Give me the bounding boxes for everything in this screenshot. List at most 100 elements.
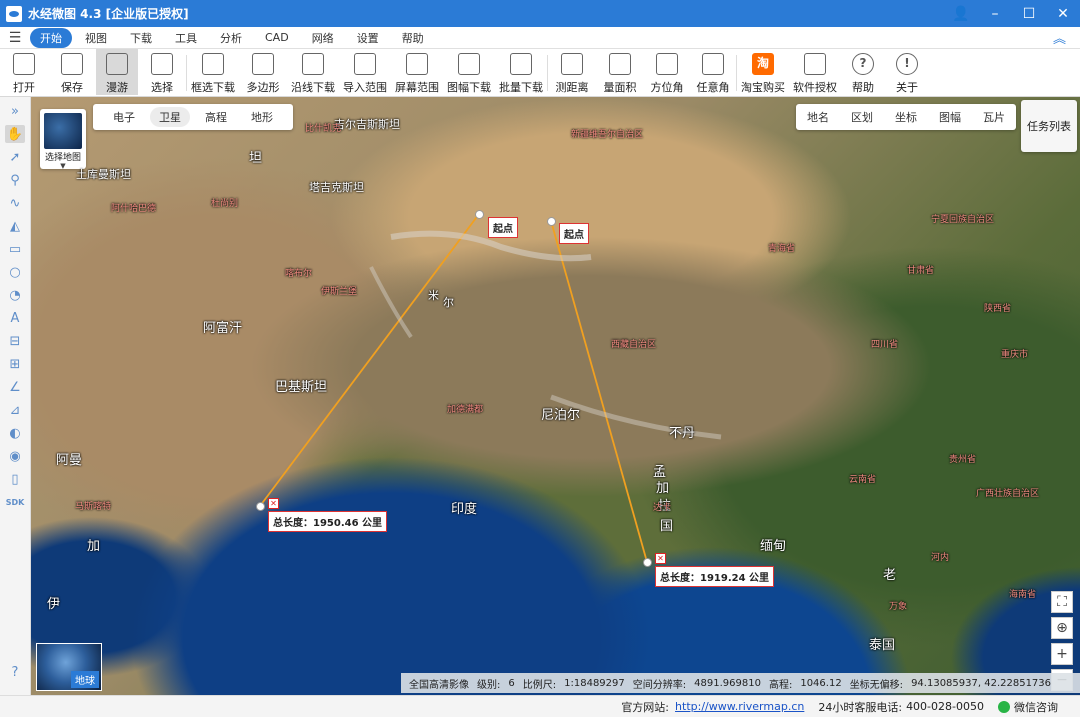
sector-tool-icon[interactable]: ◔ — [5, 286, 25, 304]
cursor-icon — [151, 53, 173, 75]
text-tool-icon[interactable]: A — [5, 309, 25, 327]
close-button[interactable]: ✕ — [1046, 0, 1080, 27]
tab-sheets[interactable]: 图幅 — [928, 109, 972, 125]
close-route-2-icon[interactable]: ✕ — [655, 553, 666, 564]
close-route-1-icon[interactable]: ✕ — [268, 498, 279, 509]
phone-icon[interactable]: ▯ — [5, 470, 25, 488]
map-source-selector[interactable]: 选择地图 ▼ — [40, 109, 86, 170]
polygon-button[interactable]: 多边形 — [239, 49, 287, 95]
point-tool-icon[interactable]: ⚲ — [5, 171, 25, 189]
batch-download-button[interactable]: 批量下载 — [495, 49, 547, 95]
about-button[interactable]: ! 关于 — [885, 49, 929, 95]
tab-elevation[interactable]: 高程 — [196, 107, 236, 127]
locate-icon[interactable]: ⊕ — [1051, 617, 1073, 639]
polyline-icon — [302, 53, 324, 75]
tab-tiles[interactable]: 瓦片 — [972, 109, 1016, 125]
start-point-2[interactable] — [547, 217, 556, 226]
area-tool-icon[interactable]: ⊞ — [5, 355, 25, 373]
tab-terrain[interactable]: 地形 — [242, 107, 282, 127]
task-list-button[interactable]: 任务列表 — [1021, 100, 1077, 152]
map-status-bar: 全国高清影像 级别: 6 比例尺: 1:18489297 空间分辨率: 4891… — [401, 673, 1080, 693]
label-tan: 坦 — [249, 151, 263, 166]
tab-satellite[interactable]: 卫星 — [150, 107, 190, 127]
pointer-tool-icon[interactable]: ➚ — [5, 148, 25, 166]
sheet-download-button[interactable]: 图幅下载 — [443, 49, 495, 95]
polygon-tool-icon[interactable]: ◭ — [5, 217, 25, 235]
tab-place-names[interactable]: 地名 — [796, 109, 840, 125]
user-icon[interactable]: 👤 — [944, 0, 978, 27]
start-point-1[interactable] — [475, 210, 484, 219]
label-bishkek: 比什凯克 — [305, 124, 342, 134]
hamburger-icon[interactable]: ☰ — [0, 30, 30, 46]
label-guizhou: 贵州省 — [949, 455, 977, 465]
collapse-ribbon-icon[interactable]: ︽ — [1053, 28, 1066, 47]
tab-coordinates[interactable]: 坐标 — [884, 109, 928, 125]
angle-tool-icon[interactable]: ⊿ — [5, 401, 25, 419]
label-qinghai: 青海省 — [768, 244, 796, 254]
label-vientiane: 万象 — [889, 602, 908, 612]
label-india: 印度 — [451, 502, 478, 517]
label-xinjiang: 新疆维吾尔自治区 — [571, 130, 644, 140]
map-view[interactable]: 选择地图 ▼ 电子 卫星 高程 地形 地名 区划 坐标 图幅 瓦片 任务列表 吉… — [31, 97, 1080, 695]
menu-tools[interactable]: 工具 — [165, 28, 207, 48]
end-point-1[interactable] — [256, 502, 265, 511]
select-button[interactable]: 选择 — [138, 49, 186, 95]
screen-range-button[interactable]: 屏幕范围 — [391, 49, 443, 95]
expand-icon[interactable]: » — [5, 102, 25, 120]
menu-cad[interactable]: CAD — [255, 29, 299, 46]
menu-view[interactable]: 视图 — [75, 28, 117, 48]
help-icon: ? — [852, 53, 874, 75]
menu-start[interactable]: 开始 — [30, 27, 72, 48]
menu-settings[interactable]: 设置 — [347, 28, 389, 48]
menu-analysis[interactable]: 分析 — [210, 28, 252, 48]
website-link[interactable]: http://www.rivermap.cn — [675, 700, 804, 713]
line-download-button[interactable]: 沿线下载 — [287, 49, 339, 95]
import-range-button[interactable]: 导入范围 — [339, 49, 391, 95]
measure-distance-button[interactable]: 测距离 — [548, 49, 596, 95]
label-thailand: 泰国 — [869, 638, 896, 653]
open-button[interactable]: 打开 — [0, 49, 48, 95]
label-bhutan: 不丹 — [669, 426, 696, 441]
share-icon[interactable]: ◉ — [5, 447, 25, 465]
menu-network[interactable]: 网络 — [302, 28, 344, 48]
tab-electronic[interactable]: 电子 — [104, 107, 144, 127]
sdk-icon[interactable]: SDK — [5, 493, 25, 511]
help-button[interactable]: ? 帮助 — [841, 49, 885, 95]
menu-help[interactable]: 帮助 — [392, 28, 434, 48]
pan-button[interactable]: 漫游 — [96, 49, 138, 95]
hand-tool-icon[interactable]: ✋ — [5, 125, 25, 143]
measure-area-button[interactable]: 量面积 — [596, 49, 644, 95]
fullscreen-icon[interactable]: ⛶ — [1051, 591, 1073, 613]
circle-tool-icon[interactable]: ○ — [5, 263, 25, 281]
label-afghanistan: 阿富汗 — [203, 321, 243, 336]
ruler-tool-icon[interactable]: ⊟ — [5, 332, 25, 350]
label-muscat: 马斯喀特 — [75, 502, 112, 512]
label-oman-3: 伊 — [47, 597, 61, 612]
taobao-buy-button[interactable]: 淘淘宝购买 — [737, 49, 789, 95]
batch-download-icon — [510, 53, 532, 75]
zoom-in-button[interactable]: + — [1051, 643, 1073, 665]
globe-view-button[interactable]: 地球 — [36, 643, 102, 691]
minimize-button[interactable]: – — [978, 0, 1012, 27]
menu-download[interactable]: 下载 — [120, 28, 162, 48]
help-circle-icon[interactable]: ? — [5, 663, 25, 681]
site-label: 官方网站: — [621, 700, 670, 714]
software-license-button[interactable]: 软件授权 — [789, 49, 841, 95]
azimuth-tool-icon[interactable]: ∠ — [5, 378, 25, 396]
save-button[interactable]: 保存 — [48, 49, 96, 95]
label-laos: 老 — [883, 568, 897, 583]
box-download-button[interactable]: 框选下载 — [187, 49, 239, 95]
any-angle-button[interactable]: 任意角 — [690, 49, 736, 95]
wechat-consult-link[interactable]: 微信咨询 — [1014, 699, 1058, 715]
angle-icon — [702, 53, 724, 75]
azimuth-button[interactable]: 方位角 — [644, 49, 690, 95]
rectangle-tool-icon[interactable]: ▭ — [5, 240, 25, 258]
tab-districts[interactable]: 区划 — [840, 109, 884, 125]
color-palette-icon[interactable]: ◐ — [5, 424, 25, 442]
box-download-icon — [202, 53, 224, 75]
polyline-tool-icon[interactable]: ∿ — [5, 194, 25, 212]
maximize-button[interactable]: ☐ — [1012, 0, 1046, 27]
taobao-icon: 淘 — [752, 53, 774, 75]
left-toolbar: » ✋ ➚ ⚲ ∿ ◭ ▭ ○ ◔ A ⊟ ⊞ ∠ ⊿ ◐ ◉ ▯ SDK ? — [0, 97, 31, 695]
end-point-2[interactable] — [643, 558, 652, 567]
